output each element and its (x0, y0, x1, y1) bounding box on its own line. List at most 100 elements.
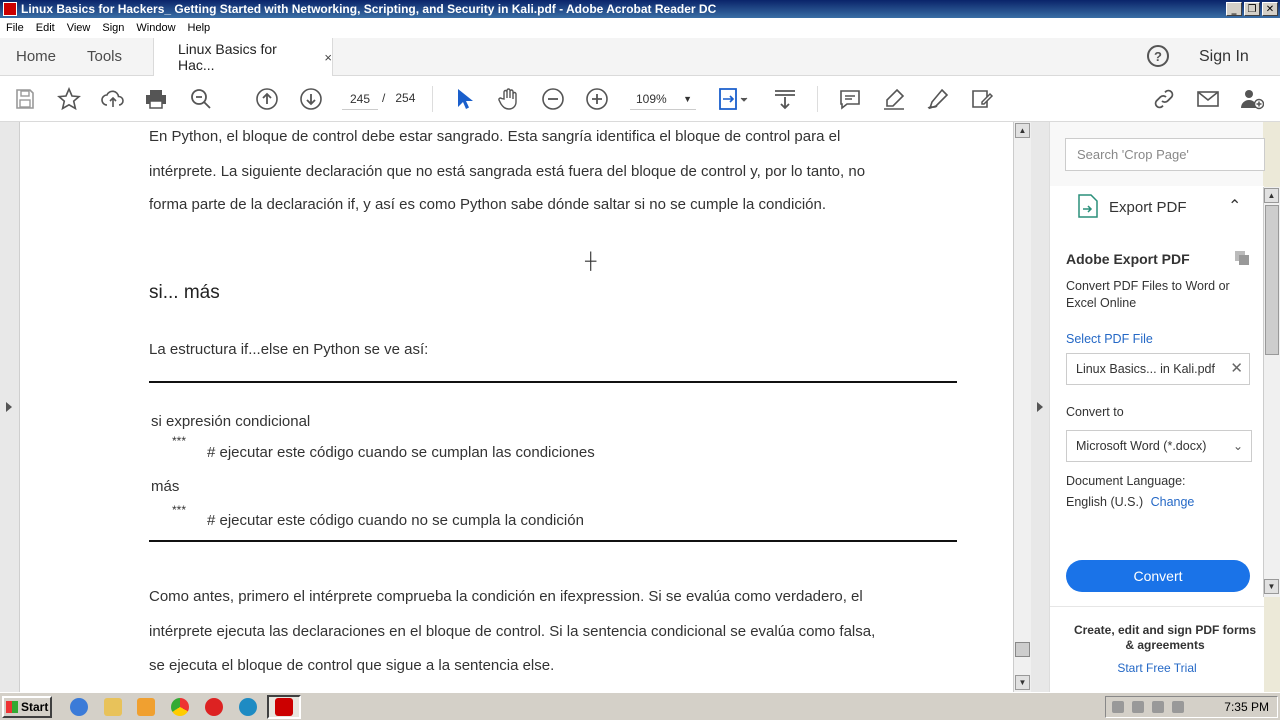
start-label: Start (21, 700, 49, 714)
format-value: Microsoft Word (*.docx) (1076, 439, 1207, 453)
acrobat-taskbar-button[interactable] (267, 695, 301, 719)
zoom-out-icon[interactable] (541, 87, 565, 111)
highlight-icon[interactable] (882, 87, 906, 111)
volume-icon[interactable] (1132, 701, 1144, 713)
zoom-value: 109% (636, 92, 667, 106)
document-page: En Python, el bloque de control debe est… (20, 122, 1013, 692)
folder-icon[interactable] (104, 698, 122, 716)
panel-scrollbar[interactable]: ▲ ▼ (1263, 187, 1280, 597)
share-link-icon[interactable] (1152, 87, 1176, 111)
page-down-icon[interactable] (299, 87, 323, 111)
menu-sign[interactable]: Sign (96, 22, 130, 34)
change-language-link[interactable]: Change (1151, 495, 1195, 509)
chevron-down-icon: ⌄ (1232, 439, 1243, 453)
help-icon[interactable]: ? (1147, 45, 1169, 67)
chevron-down-icon: ▼ (683, 94, 692, 104)
add-user-icon[interactable] (1240, 87, 1265, 111)
zoom-search-icon[interactable] (189, 87, 213, 111)
comment-icon[interactable] (838, 87, 862, 111)
export-pdf-header[interactable]: Export PDF ⌃ (1050, 186, 1264, 226)
export-pdf-title: Export PDF (1109, 199, 1187, 216)
clear-file-icon[interactable]: ✕ (1230, 354, 1243, 384)
fit-page-icon[interactable] (718, 87, 750, 111)
scroll-down-icon[interactable]: ▼ (1264, 579, 1279, 594)
save-icon[interactable] (13, 87, 37, 111)
zoom-in-icon[interactable] (585, 87, 609, 111)
collapse-right-pane-icon[interactable] (1037, 402, 1043, 412)
media-player-icon[interactable] (137, 698, 155, 716)
left-nav-pane[interactable] (0, 122, 20, 692)
tab-home[interactable]: Home (16, 48, 56, 65)
scroll-thumb[interactable] (1015, 642, 1030, 657)
print-icon[interactable] (144, 87, 168, 111)
document-language-label: Document Language: (1066, 474, 1186, 488)
minimize-button[interactable]: _ (1226, 2, 1242, 16)
menu-help[interactable]: Help (182, 22, 217, 34)
code-comment: # ejecutar este código cuando se cumplan… (207, 444, 595, 461)
expand-left-pane-icon[interactable] (6, 402, 12, 412)
edge-icon[interactable] (239, 698, 257, 716)
menu-edit[interactable]: Edit (30, 22, 61, 34)
selected-file-field[interactable]: Linux Basics... in Kali.pdf ✕ (1066, 353, 1250, 385)
section-heading: si... más (149, 282, 220, 303)
start-free-trial-link[interactable]: Start Free Trial (1050, 661, 1264, 675)
fill-sign-icon[interactable] (970, 87, 994, 111)
menu-file[interactable]: File (0, 22, 30, 34)
start-button[interactable]: Start (2, 696, 52, 718)
page-count: / 254 (382, 91, 416, 105)
chevron-up-icon[interactable]: ⌃ (1228, 196, 1241, 216)
ie-icon[interactable] (70, 698, 88, 716)
toolbar: 245 / 254 109% ▼ (0, 76, 1280, 122)
upload-icon[interactable] (101, 87, 125, 111)
restore-button[interactable]: ❐ (1244, 2, 1260, 16)
crosshair-cursor-icon: ┼ (585, 253, 597, 270)
sign-in-button[interactable]: Sign In (1199, 48, 1249, 66)
window-title: Linux Basics for Hackers_ Getting Starte… (21, 2, 717, 16)
opera-icon[interactable] (205, 698, 223, 716)
code-line: más (151, 478, 180, 495)
page-up-icon[interactable] (255, 87, 279, 111)
scroll-down-icon[interactable]: ▼ (1015, 675, 1030, 690)
select-cursor-icon[interactable] (452, 87, 476, 111)
menu-view[interactable]: View (61, 22, 97, 34)
taskbar: Start 7:35 PM (0, 692, 1280, 720)
email-icon[interactable] (1196, 87, 1220, 111)
right-pane-toggle-strip[interactable] (1031, 122, 1049, 692)
copy-icon[interactable] (1233, 249, 1251, 267)
intro-text: La estructura if...else en Python se ve … (149, 341, 429, 358)
tools-search-input[interactable]: Search 'Crop Page' (1065, 138, 1265, 171)
page-number-input[interactable]: 245 (342, 88, 378, 110)
document-tab-label: Linux Basics for Hac... (178, 41, 277, 73)
tab-document[interactable]: Linux Basics for Hac... × (153, 38, 333, 76)
promo-text: Create, edit and sign PDF forms & agreem… (1073, 623, 1257, 652)
close-window-button[interactable]: ✕ (1262, 2, 1278, 16)
flag-tray-icon[interactable] (1172, 701, 1184, 713)
close-tab-icon[interactable]: × (324, 50, 332, 65)
format-select[interactable]: Microsoft Word (*.docx) ⌄ (1066, 430, 1252, 462)
menu-window[interactable]: Window (130, 22, 181, 34)
panel-scroll-thumb[interactable] (1265, 205, 1279, 355)
paragraph-line: intérprete ejecuta las declaraciones en … (149, 623, 876, 640)
bookmark-star-icon[interactable] (57, 86, 81, 111)
chrome-icon[interactable] (171, 698, 189, 716)
sign-icon[interactable] (926, 87, 950, 111)
scroll-up-icon[interactable]: ▲ (1264, 188, 1279, 203)
hand-icon[interactable] (497, 87, 521, 111)
code-stars: *** (172, 434, 187, 448)
export-description: Convert PDF Files to Word or Excel Onlin… (1066, 279, 1230, 310)
network-icon[interactable] (1152, 701, 1164, 713)
export-pdf-body: Adobe Export PDF Convert PDF Files to Wo… (1050, 226, 1264, 692)
document-language-row: English (U.S.) Change (1066, 495, 1194, 509)
document-scrollbar[interactable]: ▲ ▼ (1013, 122, 1031, 692)
zoom-level-select[interactable]: 109% ▼ (630, 88, 696, 110)
windows-flag-icon (6, 701, 18, 713)
system-tray: 7:35 PM (1105, 696, 1278, 718)
file-name: Linux Basics... in Kali.pdf (1076, 362, 1215, 376)
clock[interactable]: 7:35 PM (1224, 700, 1269, 714)
show-hidden-icons-icon[interactable] (1112, 701, 1124, 713)
promo-box: Create, edit and sign PDF forms & agreem… (1050, 606, 1264, 692)
convert-button[interactable]: Convert (1066, 560, 1250, 592)
scroll-up-icon[interactable]: ▲ (1015, 123, 1030, 138)
tab-tools[interactable]: Tools (87, 48, 122, 65)
scroll-mode-icon[interactable] (773, 87, 797, 111)
